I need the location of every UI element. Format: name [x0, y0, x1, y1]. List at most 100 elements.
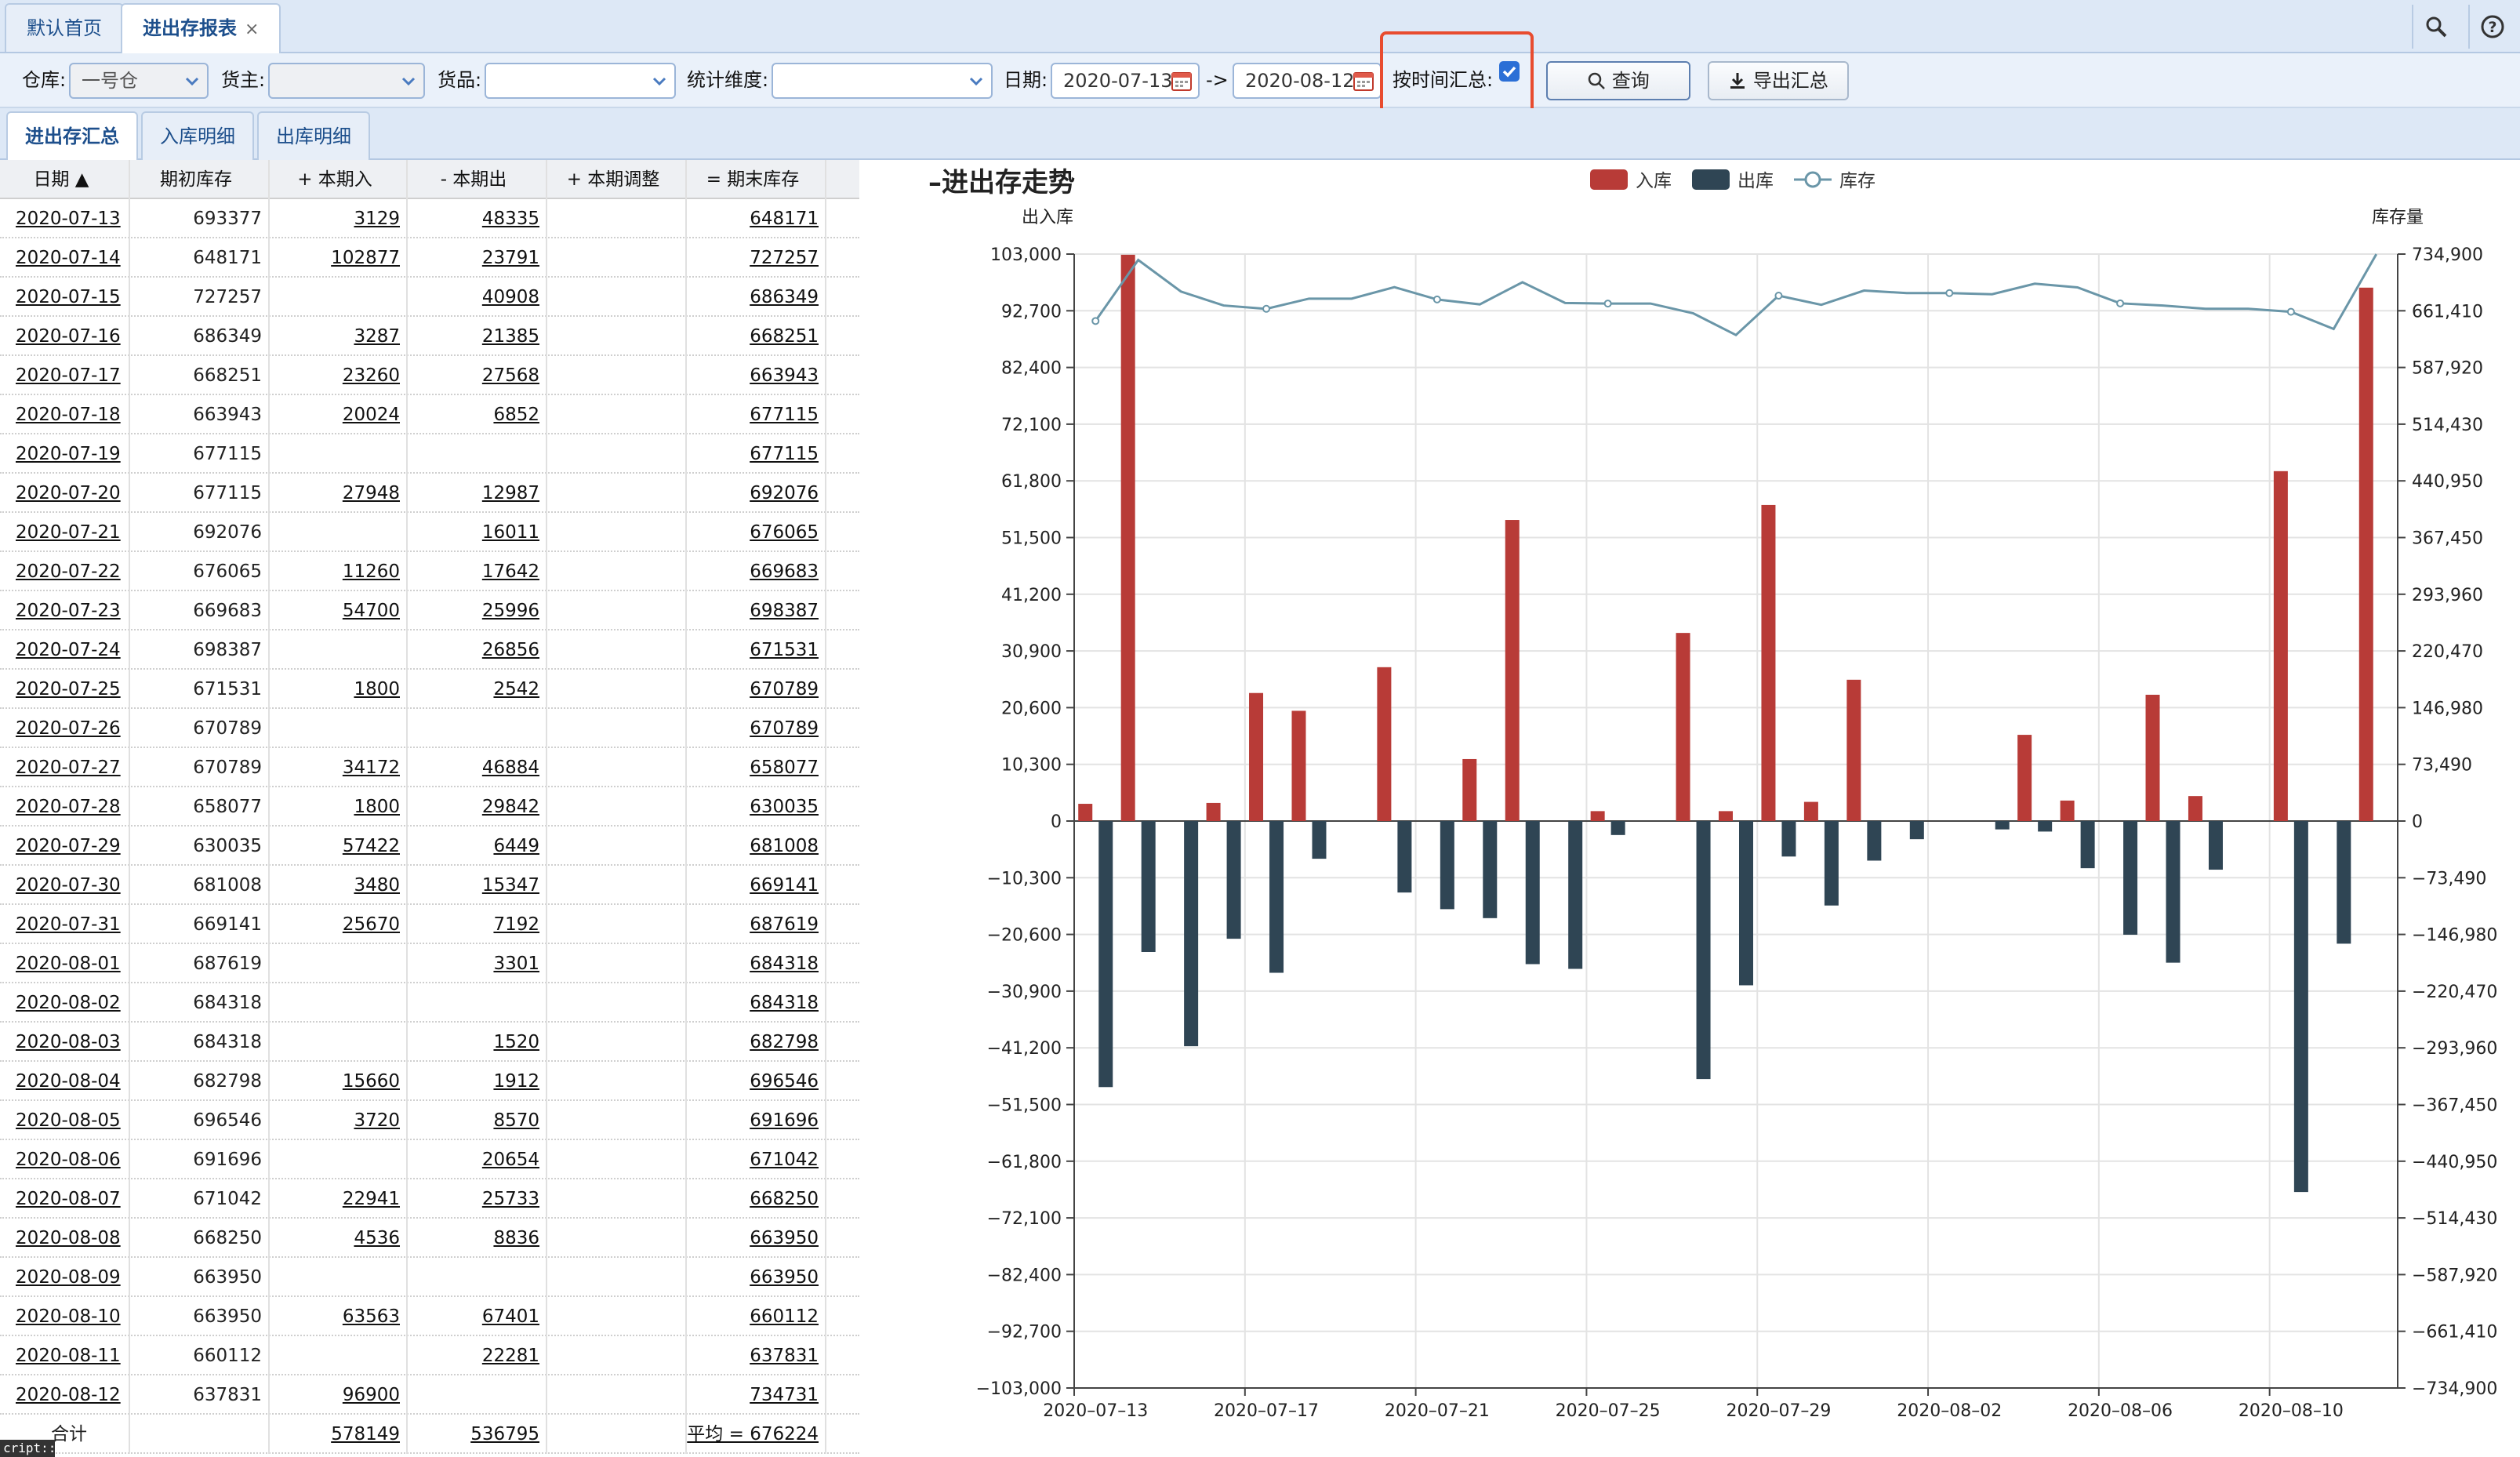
table-cell[interactable]: 692076	[750, 483, 819, 503]
table-cell[interactable]: 57422	[343, 836, 400, 856]
table-cell[interactable]: 691696	[750, 1110, 819, 1131]
table-row[interactable]: 2020-08-06 691696 20654 671042	[0, 1140, 859, 1179]
table-cell[interactable]: 25733	[482, 1189, 539, 1209]
table-cell[interactable]: 102877	[331, 248, 400, 268]
table-cell[interactable]: 2020-08-09	[16, 1267, 121, 1288]
table-cell[interactable]: 40908	[482, 287, 539, 307]
table-cell[interactable]: 2020-08-12	[16, 1385, 121, 1405]
table-row[interactable]: 2020-08-02 684318 684318	[0, 983, 859, 1023]
table-row[interactable]: 2020-07-27 670789 34172 46884 658077	[0, 748, 859, 787]
table-row[interactable]: 2020-08-10 663950 63563 67401 660112	[0, 1297, 859, 1336]
table-cell[interactable]: 15660	[343, 1071, 400, 1092]
table-row[interactable]: 2020-08-12 637831 96900 734731	[0, 1375, 859, 1415]
table-cell[interactable]: 3129	[354, 209, 400, 229]
table-row[interactable]: 2020-08-11 660112 22281 637831	[0, 1336, 859, 1375]
tab-home[interactable]: 默认首页	[5, 3, 124, 52]
owner-select[interactable]	[268, 63, 425, 99]
warehouse-select[interactable]: 一号仓	[69, 63, 209, 99]
table-cell[interactable]: 67401	[482, 1306, 539, 1327]
table-cell[interactable]: 696546	[750, 1071, 819, 1092]
table-cell[interactable]: 670789	[750, 679, 819, 699]
table-cell[interactable]: 2020-07-14	[16, 248, 121, 268]
table-row[interactable]: 2020-07-21 692076 16011 676065	[0, 513, 859, 552]
table-cell[interactable]: 2020-07-24	[16, 640, 121, 660]
table-cell[interactable]: 2020-07-22	[16, 561, 121, 582]
table-cell[interactable]: 677115	[750, 405, 819, 425]
table-row[interactable]: 2020-07-13 693377 3129 48335 648171	[0, 199, 859, 238]
table-cell[interactable]: 3301	[493, 954, 539, 974]
table-cell[interactable]: 2020-07-28	[16, 797, 121, 817]
table-row[interactable]: 2020-07-24 698387 26856 671531	[0, 630, 859, 670]
table-cell[interactable]: 2020-08-07	[16, 1189, 121, 1209]
table-cell[interactable]: 8836	[493, 1228, 539, 1248]
table-cell[interactable]: 1912	[493, 1071, 539, 1092]
table-row[interactable]: 2020-07-30 681008 3480 15347 669141	[0, 866, 859, 905]
table-cell[interactable]: 26856	[482, 640, 539, 660]
table-cell[interactable]: 15347	[482, 875, 539, 896]
table-row[interactable]: 2020-07-19 677115 677115	[0, 434, 859, 474]
table-cell[interactable]: 7192	[493, 914, 539, 935]
table-row[interactable]: 2020-07-28 658077 1800 29842 630035	[0, 787, 859, 827]
table-row[interactable]: 2020-08-07 671042 22941 25733 668250	[0, 1179, 859, 1219]
query-button[interactable]: 查询	[1546, 61, 1690, 100]
table-row[interactable]: 2020-07-25 671531 1800 2542 670789	[0, 670, 859, 709]
table-cell[interactable]: 2020-08-02	[16, 993, 121, 1013]
table-cell[interactable]: 682798	[750, 1032, 819, 1052]
table-cell[interactable]: 2020-07-15	[16, 287, 121, 307]
table-cell[interactable]: 2020-08-10	[16, 1306, 121, 1327]
table-cell[interactable]: 4536	[354, 1228, 400, 1248]
table-cell[interactable]: 637831	[750, 1346, 819, 1366]
table-cell[interactable]: 630035	[750, 797, 819, 817]
table-cell[interactable]: 2020-07-23	[16, 601, 121, 621]
table-cell[interactable]: 658077	[750, 758, 819, 778]
table-cell[interactable]: 2020-07-17	[16, 365, 121, 386]
table-row[interactable]: 2020-08-09 663950 663950	[0, 1258, 859, 1297]
table-cell[interactable]: 22281	[482, 1346, 539, 1366]
table-cell[interactable]: 3720	[354, 1110, 400, 1131]
table-cell[interactable]: 2542	[493, 679, 539, 699]
table-row[interactable]: 2020-08-01 687619 3301 684318	[0, 944, 859, 983]
table-cell[interactable]: 663943	[750, 365, 819, 386]
search-icon[interactable]	[2412, 5, 2459, 49]
table-cell[interactable]: 686349	[750, 287, 819, 307]
table-cell[interactable]: 2020-07-13	[16, 209, 121, 229]
table-cell[interactable]: 648171	[750, 209, 819, 229]
table-cell[interactable]: 2020-08-04	[16, 1071, 121, 1092]
table-row[interactable]: 2020-07-26 670789 670789	[0, 709, 859, 748]
table-cell[interactable]: 25670	[343, 914, 400, 935]
table-cell[interactable]: 2020-07-26	[16, 718, 121, 739]
table-cell[interactable]: 2020-07-25	[16, 679, 121, 699]
table-cell[interactable]: 698387	[750, 601, 819, 621]
table-row[interactable]: 2020-07-16 686349 3287 21385 668251	[0, 317, 859, 356]
dimension-select[interactable]	[772, 63, 993, 99]
table-cell[interactable]: 8570	[493, 1110, 539, 1131]
table-cell[interactable]: 578149	[331, 1424, 400, 1444]
table-cell[interactable]: 671531	[750, 640, 819, 660]
date-to-input[interactable]: 2020-08-12	[1233, 63, 1382, 99]
table-cell[interactable]: 54700	[343, 601, 400, 621]
table-cell[interactable]: 2020-07-20	[16, 483, 121, 503]
table-row[interactable]: 2020-07-31 669141 25670 7192 687619	[0, 905, 859, 944]
tab-close-icon[interactable]: ×	[245, 20, 259, 39]
table-row[interactable]: 2020-07-17 668251 23260 27568 663943	[0, 356, 859, 395]
table-cell[interactable]: 2020-08-01	[16, 954, 121, 974]
table-cell[interactable]: 727257	[750, 248, 819, 268]
table-cell[interactable]: 3287	[354, 326, 400, 347]
tab-summary[interactable]: 进出存汇总	[6, 111, 138, 160]
table-cell[interactable]: 2020-07-19	[16, 444, 121, 464]
table-cell[interactable]: 20024	[343, 405, 400, 425]
table-cell[interactable]: 1520	[493, 1032, 539, 1052]
table-cell[interactable]: 687619	[750, 914, 819, 935]
table-cell[interactable]: 22941	[343, 1189, 400, 1209]
table-row[interactable]: 2020-08-05 696546 3720 8570 691696	[0, 1101, 859, 1140]
table-cell[interactable]: 671042	[750, 1150, 819, 1170]
table-row[interactable]: 2020-08-04 682798 15660 1912 696546	[0, 1062, 859, 1101]
table-cell[interactable]: 2020-07-21	[16, 522, 121, 543]
table-cell[interactable]: 663950	[750, 1267, 819, 1288]
table-cell[interactable]: 23791	[482, 248, 539, 268]
table-cell[interactable]: 677115	[750, 444, 819, 464]
table-cell[interactable]: 17642	[482, 561, 539, 582]
table-cell[interactable]: 46884	[482, 758, 539, 778]
table-cell[interactable]: 536795	[470, 1424, 539, 1444]
table-cell[interactable]: 63563	[343, 1306, 400, 1327]
